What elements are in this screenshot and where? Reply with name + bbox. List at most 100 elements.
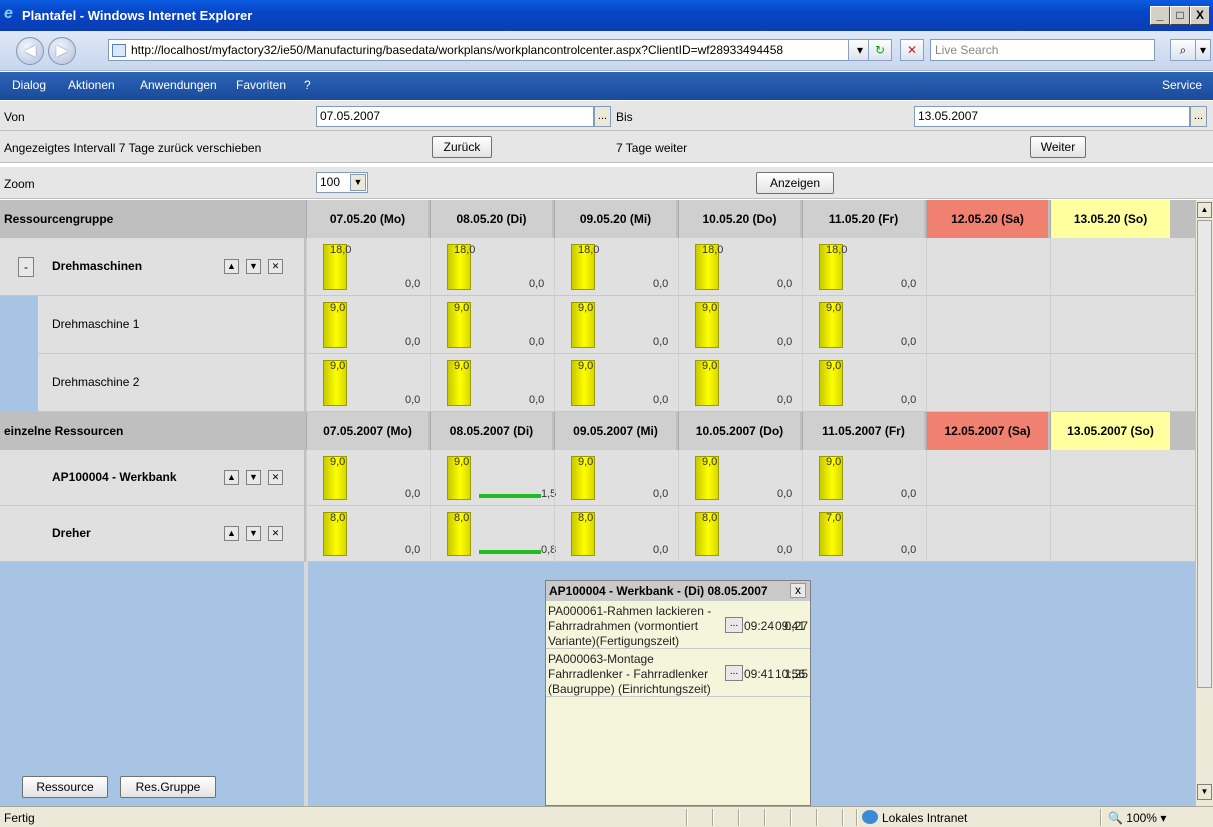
forward-button[interactable]: ▶ — [48, 37, 76, 65]
resource-row: Drehmaschine 1 9,0 0,0 9,0 0,0 9,0 0,0 9,0 0,0 9,… — [0, 296, 1195, 354]
remove-icon[interactable]: ✕ — [268, 259, 283, 274]
move-up-icon[interactable]: ▲ — [224, 470, 239, 485]
menu-favoriten[interactable]: Favoriten — [236, 78, 286, 92]
status-text: Fertig — [4, 811, 35, 825]
vertical-scrollbar[interactable]: ▲ ▼ — [1195, 200, 1213, 806]
zoom-select[interactable]: 100 ▼ — [316, 172, 368, 193]
day-cell — [926, 506, 1050, 562]
refresh-icon[interactable]: ↻ — [868, 39, 892, 61]
resource-name: Dreher — [52, 526, 91, 540]
zoom-level[interactable]: 🔍 100% ▾ — [1108, 811, 1166, 825]
day-cell — [1050, 296, 1172, 354]
back-button[interactable]: ◀ — [16, 37, 44, 65]
day-cell: 9,0 0,0 — [554, 296, 678, 354]
search-icon[interactable]: ⌕ — [1170, 39, 1196, 61]
day-cell: 9,0 0,0 — [430, 354, 554, 412]
interval-forward-text: 7 Tage weiter — [616, 141, 688, 155]
entry-text: Fahrradlenker - Fahrradlenker — [548, 667, 709, 681]
load-value: 0,0 — [529, 394, 545, 406]
menu-service[interactable]: Service — [1162, 78, 1202, 92]
close-button[interactable]: X — [1190, 6, 1210, 25]
remove-icon[interactable]: ✕ — [268, 470, 283, 485]
entry-text: PA000063-Montage — [548, 652, 654, 666]
search-options-icon[interactable]: ▾ — [1195, 39, 1211, 61]
window-title: Plantafel - Windows Internet Explorer — [22, 8, 253, 23]
move-down-icon[interactable]: ▼ — [246, 259, 261, 274]
maximize-button[interactable]: □ — [1170, 6, 1190, 25]
capacity-value: 9,0 — [454, 302, 470, 314]
scroll-thumb[interactable] — [1197, 220, 1212, 688]
res-gruppe-button[interactable]: Res.Gruppe — [120, 776, 216, 798]
load-value: 0,0 — [777, 488, 793, 500]
move-down-icon[interactable]: ▼ — [246, 470, 261, 485]
capacity-value: 9,0 — [578, 360, 594, 372]
day-cell: 9,0 0,0 — [802, 354, 926, 412]
scroll-down-icon[interactable]: ▼ — [1197, 784, 1212, 800]
day-cell: 9,0 0,0 — [678, 450, 802, 506]
group-header-row: Ressourcengruppe 07.05.20 (Mo) 08.05.20 (D… — [0, 200, 1195, 238]
url-input[interactable]: http://localhost/myfactory32/ie50/Manufa… — [108, 39, 863, 61]
entry-dur: 1,25 — [784, 667, 808, 681]
entry-details-button[interactable]: ... — [725, 617, 743, 633]
popup-close-icon[interactable]: x — [790, 583, 806, 598]
day-header: 13.05.20 (So) — [1050, 200, 1170, 238]
von-picker-button[interactable]: ... — [594, 106, 611, 127]
load-value: 0,0 — [901, 488, 917, 500]
resource-name: Drehmaschinen — [52, 259, 143, 273]
day-header: 11.05.20 (Fr) — [802, 200, 924, 238]
row-indent — [0, 296, 38, 354]
stop-icon[interactable]: ✕ — [900, 39, 924, 61]
day-header: 09.05.20 (Mi) — [554, 200, 676, 238]
von-input[interactable]: 07.05.2007 — [316, 106, 594, 127]
zurueck-button[interactable]: Zurück — [432, 136, 492, 158]
menu-dialog[interactable]: Dialog — [12, 78, 46, 92]
minimize-button[interactable]: _ — [1150, 6, 1170, 25]
address-bar: ◀ ▶ http://localhost/myfactory32/ie50/Ma… — [0, 31, 1213, 71]
zoom-label: Zoom — [4, 177, 35, 191]
entry-text: Variante)(Fertigungszeit) — [548, 634, 680, 648]
capacity-value: 18,0 — [826, 244, 848, 256]
chevron-down-icon[interactable]: ▼ — [350, 174, 366, 191]
move-down-icon[interactable]: ▼ — [246, 526, 261, 541]
day-header: 12.05.20 (Sa) — [926, 200, 1048, 238]
load-value: 0,0 — [777, 544, 793, 556]
von-label: Von — [4, 110, 25, 124]
zoom-level-value: 100% — [1126, 811, 1157, 825]
capacity-value: 9,0 — [826, 360, 842, 372]
move-up-icon[interactable]: ▲ — [224, 526, 239, 541]
resource-row: Drehmaschinen - ▲ ▼ ✕ 18,0 0,0 18,0 0,0 18,0 0,0 18… — [0, 238, 1195, 296]
load-value: 0,0 — [901, 544, 917, 556]
day-cell — [1050, 506, 1172, 562]
ie-logo-icon: e — [4, 5, 13, 22]
day-header: 09.05.2007 (Mi) — [554, 412, 676, 450]
interval-back-text: Angezeigtes Intervall 7 Tage zurück vers… — [4, 141, 262, 155]
day-cell: 9,0 0,0 — [678, 296, 802, 354]
load-value: 0,0 — [901, 394, 917, 406]
load-bar — [479, 494, 541, 498]
menu-help[interactable]: ? — [304, 78, 311, 92]
capacity-value: 9,0 — [578, 302, 594, 314]
collapse-button[interactable]: - — [18, 257, 34, 277]
popup-entry: PA000063-Montage Fahrradlenker - Fahrradl… — [546, 649, 810, 697]
bis-input[interactable]: 13.05.2007 — [914, 106, 1190, 127]
day-cell: 9,0 0,0 — [678, 354, 802, 412]
move-up-icon[interactable]: ▲ — [224, 259, 239, 274]
load-value: 0,0 — [529, 278, 545, 290]
load-value: 0,0 — [653, 544, 669, 556]
menu-aktionen[interactable]: Aktionen — [68, 78, 115, 92]
scroll-up-icon[interactable]: ▲ — [1197, 202, 1212, 218]
anzeigen-button[interactable]: Anzeigen — [756, 172, 834, 194]
menu-anwendungen[interactable]: Anwendungen — [140, 78, 217, 92]
resource-name: Drehmaschine 2 — [52, 375, 140, 389]
day-header: 08.05.2007 (Di) — [430, 412, 552, 450]
bis-picker-button[interactable]: ... — [1190, 106, 1207, 127]
ressource-button[interactable]: Ressource — [22, 776, 108, 798]
capacity-value: 9,0 — [702, 302, 718, 314]
remove-icon[interactable]: ✕ — [268, 526, 283, 541]
search-input[interactable]: Live Search — [930, 39, 1155, 61]
capacity-value: 9,0 — [454, 360, 470, 372]
day-cell: 8,0 0,0 — [554, 506, 678, 562]
entry-start: 09:24 — [744, 619, 775, 633]
weiter-button[interactable]: Weiter — [1030, 136, 1086, 158]
entry-details-button[interactable]: ... — [725, 665, 743, 681]
